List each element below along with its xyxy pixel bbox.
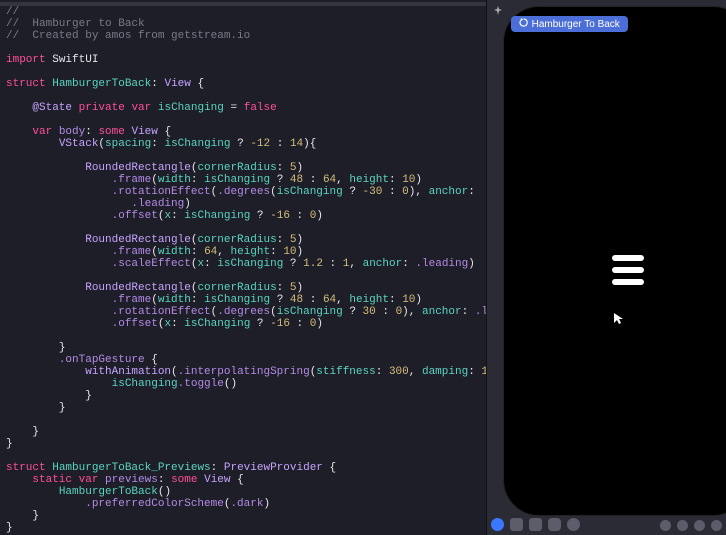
device-settings-button[interactable] xyxy=(548,518,561,531)
device-frame xyxy=(503,6,726,516)
hamburger-bar xyxy=(612,279,644,285)
attr-state: @State xyxy=(32,102,72,114)
rounded-rect: RoundedRectangle xyxy=(85,162,191,174)
scroll-indicator xyxy=(0,2,486,6)
comment-line: // Hamburger to Back xyxy=(6,18,145,30)
comment-line: // Created by amos from getstream.io xyxy=(6,30,250,42)
preview-bottom-controls xyxy=(491,518,580,531)
zoom-actual-button[interactable] xyxy=(694,520,705,531)
hamburger-bar xyxy=(612,255,644,261)
prop-body: body xyxy=(59,126,85,138)
comment-line: // xyxy=(6,6,19,18)
preview-title-button[interactable]: Hamburger To Back xyxy=(511,16,628,32)
zoom-in-button[interactable] xyxy=(711,520,722,531)
ontap: .onTapGesture xyxy=(59,354,145,366)
variants-button[interactable] xyxy=(529,518,542,531)
protocol-name: View xyxy=(164,78,190,90)
live-preview-button[interactable] xyxy=(491,518,504,531)
mouse-cursor-icon xyxy=(614,313,624,329)
more-button[interactable] xyxy=(567,518,580,531)
preview-canvas[interactable]: Hamburger To Back xyxy=(486,0,726,535)
previews-type: HamburgerToBack_Previews xyxy=(52,462,210,474)
module-name: SwiftUI xyxy=(52,54,98,66)
zoom-fit-button[interactable] xyxy=(677,520,688,531)
preview-zoom-controls xyxy=(660,520,722,531)
type-name: HamburgerToBack xyxy=(52,78,151,90)
preview-title-label: Hamburger To Back xyxy=(532,19,620,30)
keyword-import: import xyxy=(6,54,46,66)
code-content: // // Hamburger to Back // Created by am… xyxy=(6,6,480,534)
keyword-struct: struct xyxy=(6,78,46,90)
hamburger-bar xyxy=(612,267,644,273)
zoom-out-button[interactable] xyxy=(660,520,671,531)
refresh-icon xyxy=(519,18,528,30)
vstack: VStack xyxy=(59,138,99,150)
pin-icon[interactable] xyxy=(493,6,503,20)
selectable-button[interactable] xyxy=(510,518,523,531)
hamburger-icon[interactable] xyxy=(612,255,644,285)
code-editor[interactable]: // // Hamburger to Back // Created by am… xyxy=(0,0,486,535)
